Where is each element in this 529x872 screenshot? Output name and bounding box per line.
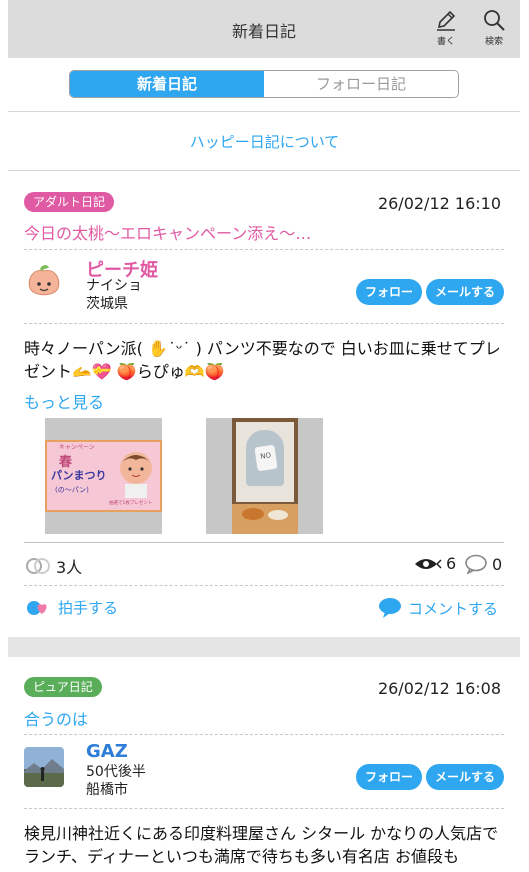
divider xyxy=(24,585,504,586)
entry-title[interactable]: 合うのは xyxy=(24,706,88,730)
photo-scene: NO xyxy=(232,418,298,534)
header-bar: 新着日記 書く 検索 xyxy=(8,0,520,58)
tab-follow-diary[interactable]: フォロー日記 xyxy=(264,71,458,97)
character-illustration xyxy=(120,452,152,498)
avatar[interactable] xyxy=(24,747,64,787)
entry-photo[interactable]: キャンペーン 春 パンまつり (の〜パン) 抽選で1枚プレゼント xyxy=(45,418,162,534)
views-count: 6 xyxy=(414,554,456,573)
entry-date: 26/02/12 16:10 xyxy=(377,194,501,213)
read-more-link[interactable]: もっと見る xyxy=(24,389,104,413)
landscape-avatar-icon xyxy=(24,747,64,787)
clap-button[interactable]: 拍手する xyxy=(24,597,118,618)
entry-photo[interactable]: NO xyxy=(206,418,323,534)
entry-body: 時々ノーパン派( ✋˙ᵕ˙ ) パンツ不要なので 白いお皿に乗せてプレゼント🫴💝… xyxy=(24,339,501,381)
divider xyxy=(24,808,504,809)
comment-bubble-icon xyxy=(379,598,401,618)
diary-tabs: 新着日記 フォロー日記 xyxy=(69,70,459,98)
search-button[interactable]: 検索 xyxy=(474,8,514,47)
user-location: 茨城県 xyxy=(86,296,128,312)
divider xyxy=(24,323,504,324)
user-name[interactable]: GAZ xyxy=(86,741,128,762)
double-heart-icon xyxy=(26,558,50,574)
divider xyxy=(24,542,504,543)
mail-button[interactable]: メールする xyxy=(426,279,504,305)
pure-diary-badge: ピュア日記 xyxy=(24,677,102,697)
about-happy-diary-link[interactable]: ハッピー日記について xyxy=(0,131,529,152)
speech-bubble-icon xyxy=(465,554,487,574)
avatar[interactable] xyxy=(24,262,64,302)
follow-button[interactable]: フォロー xyxy=(356,279,422,305)
search-icon xyxy=(484,10,505,31)
divider xyxy=(8,170,520,171)
user-age: ナイショ xyxy=(86,278,142,294)
divider xyxy=(24,734,504,735)
comment-button[interactable]: コメントする xyxy=(378,597,498,619)
campaign-banner: キャンペーン 春 パンまつり (の〜パン) 抽選で1枚プレゼント xyxy=(45,440,162,512)
comments-count: 0 xyxy=(464,554,502,574)
user-age: 50代後半 xyxy=(86,764,146,780)
divider xyxy=(24,249,504,250)
pencil-icon xyxy=(437,10,456,31)
entry-body: 検見川神社近くにある印度料理屋さん シタール かなりの人気店でランチ、ディナーと… xyxy=(24,824,499,866)
tab-new-diary[interactable]: 新着日記 xyxy=(70,71,264,97)
entry-date: 26/02/12 16:08 xyxy=(377,679,501,698)
likes-count: 3人 xyxy=(24,554,82,578)
follow-button[interactable]: フォロー xyxy=(356,764,422,790)
write-label: 書く xyxy=(436,37,455,47)
eye-icon xyxy=(415,558,442,569)
adult-diary-badge: アダルト日記 xyxy=(24,192,115,212)
entry-title[interactable]: 今日の太桃〜エロキャンペーン添え〜… xyxy=(24,220,311,244)
clap-hearts-icon xyxy=(27,600,47,615)
entry-separator xyxy=(8,637,520,657)
search-label: 検索 xyxy=(484,37,503,47)
divider xyxy=(8,111,520,112)
peach-avatar-icon xyxy=(24,262,64,302)
mail-button[interactable]: メールする xyxy=(426,764,504,790)
write-button[interactable]: 書く xyxy=(426,8,466,47)
user-location: 船橋市 xyxy=(86,782,128,798)
